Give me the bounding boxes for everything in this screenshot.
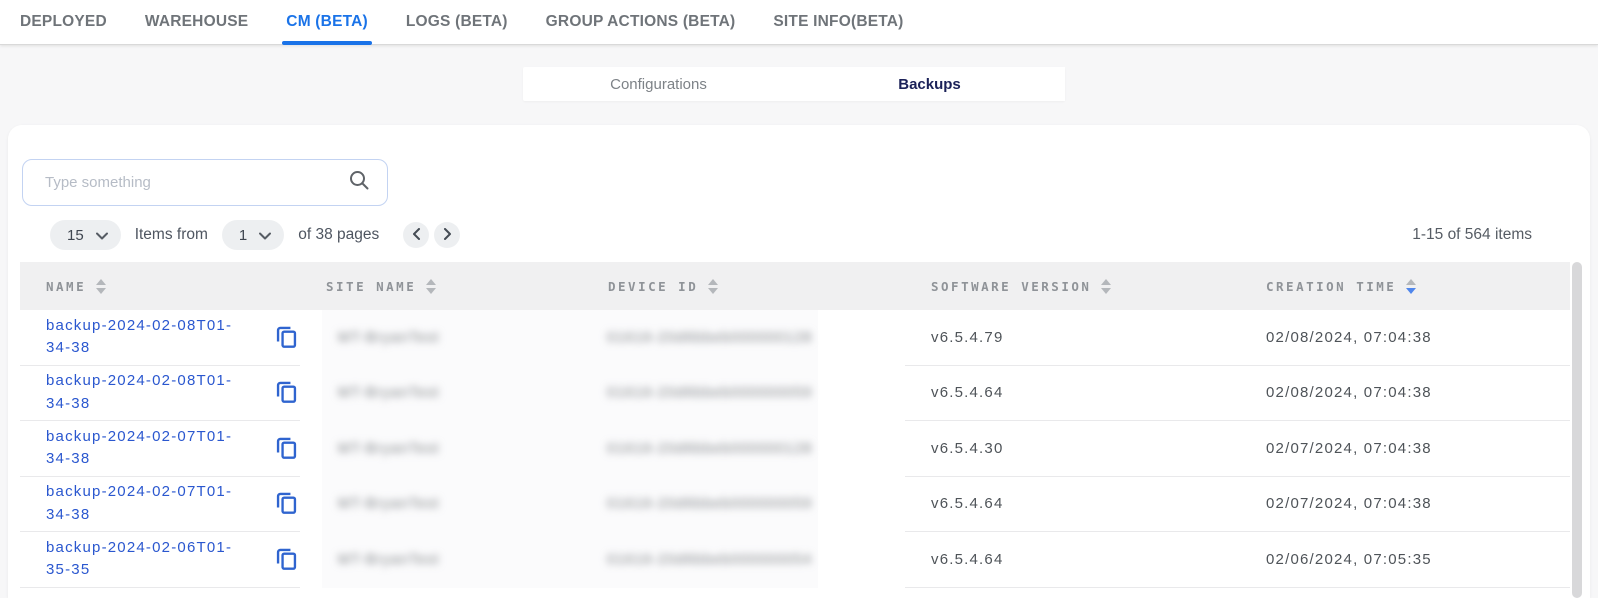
column-label: SITE NAME	[326, 279, 416, 294]
next-page-button[interactable]	[434, 222, 460, 248]
site-name-blurred: MT-BryanTest	[338, 496, 439, 512]
creation-time-cell: 02/06/2024, 07:05:35	[1240, 532, 1570, 588]
copy-icon[interactable]	[273, 435, 300, 462]
software-version-cell: v6.5.4.64	[905, 477, 1240, 533]
copy-icon[interactable]	[273, 324, 300, 351]
segment-backups[interactable]: Backups	[794, 67, 1065, 101]
items-range-label: 1-15 of 564 items	[1412, 220, 1532, 250]
sort-arrows-icon[interactable]	[1406, 279, 1416, 294]
search-icon[interactable]	[347, 168, 371, 197]
chevron-down-icon	[259, 227, 271, 244]
chevron-right-icon	[443, 228, 452, 243]
column-label: DEVICE ID	[608, 279, 698, 294]
search-box[interactable]	[22, 159, 388, 206]
site-name-blurred: MT-BryanTest	[338, 441, 439, 457]
column-header-site-name[interactable]: SITE NAME	[300, 279, 582, 294]
sort-arrows-icon[interactable]	[96, 279, 106, 294]
copy-icon[interactable]	[273, 379, 300, 406]
tab-group-actions-beta-[interactable]: GROUP ACTIONS (BETA)	[546, 0, 736, 45]
top-tab-bar: DEPLOYED WAREHOUSE CM (BETA) LOGS (BETA) GRO…	[0, 0, 1598, 45]
column-header-creation-time[interactable]: CREATION TIME	[1240, 279, 1570, 294]
device-id-blurred: 01616-20d6bbeb000000128	[607, 441, 812, 457]
name-cell: backup-2024-02-07T01-34-38	[20, 421, 300, 477]
column-label: NAME	[46, 279, 86, 294]
redacted-columns-overlay: MT-BryanTest01616-20d6bbeb000000128MT-Br…	[322, 310, 818, 588]
device-id-blurred: 01616-20d6bbeb000000059	[607, 385, 812, 401]
copy-icon[interactable]	[273, 490, 300, 517]
column-header-device-id[interactable]: DEVICE ID	[582, 279, 905, 294]
page-size-value: 15	[67, 227, 84, 244]
redacted-row: MT-BryanTest 01616-20d6bbeb000000128	[322, 310, 818, 366]
device-id-blurred: 01616-20d6bbeb000000059	[607, 496, 812, 512]
table-header: NAME SITE NAME DEVICE ID SOFTWARE VERSION CR…	[20, 262, 1570, 310]
software-version-cell: v6.5.4.30	[905, 421, 1240, 477]
redacted-row: MT-BryanTest 01616-20d6bbeb000000059	[322, 366, 818, 422]
chevron-left-icon	[412, 228, 421, 243]
backups-panel: 15 Items from 1 of 38 pages	[8, 125, 1590, 598]
tab-deployed[interactable]: DEPLOYED	[20, 0, 107, 45]
items-from-label: Items from	[135, 226, 208, 244]
device-id-blurred: 01616-20d6bbeb000000054	[607, 552, 812, 568]
pages-count-label: of 38 pages	[298, 226, 379, 244]
search-input[interactable]	[45, 174, 347, 191]
segment-configurations[interactable]: Configurations	[523, 67, 794, 101]
creation-time-cell: 02/08/2024, 07:04:38	[1240, 366, 1570, 422]
name-cell: backup-2024-02-06T01-35-35	[20, 532, 300, 588]
creation-time-cell: 02/08/2024, 07:04:38	[1240, 310, 1570, 366]
site-name-blurred: MT-BryanTest	[338, 552, 439, 568]
sort-arrows-icon[interactable]	[426, 279, 436, 294]
software-version-cell: v6.5.4.64	[905, 366, 1240, 422]
copy-icon[interactable]	[273, 546, 300, 573]
column-header-software-version[interactable]: SOFTWARE VERSION	[905, 279, 1240, 294]
backup-name-link[interactable]: backup-2024-02-08T01-34-38	[46, 315, 257, 360]
software-version-cell: v6.5.4.64	[905, 532, 1240, 588]
tab-cm-beta-[interactable]: CM (BETA)	[286, 0, 368, 45]
creation-time-cell: 02/07/2024, 07:04:38	[1240, 477, 1570, 533]
name-cell: backup-2024-02-08T01-34-38	[20, 366, 300, 422]
pagination-controls: 15 Items from 1 of 38 pages	[50, 220, 460, 250]
tab-site-info-beta-[interactable]: SITE INFO(BETA)	[773, 0, 903, 45]
page-value: 1	[239, 227, 247, 244]
name-cell: backup-2024-02-08T01-34-38	[20, 310, 300, 366]
backup-name-link[interactable]: backup-2024-02-07T01-34-38	[46, 481, 257, 526]
sort-arrows-icon[interactable]	[1101, 279, 1111, 294]
sort-arrows-icon[interactable]	[708, 279, 718, 294]
device-id-blurred: 01616-20d6bbeb000000128	[607, 330, 812, 346]
prev-page-button[interactable]	[403, 222, 429, 248]
column-label: SOFTWARE VERSION	[931, 279, 1091, 294]
site-name-blurred: MT-BryanTest	[338, 385, 439, 401]
column-header-name[interactable]: NAME	[20, 279, 300, 294]
name-cell: backup-2024-02-07T01-34-38	[20, 477, 300, 533]
redacted-row: MT-BryanTest 01616-20d6bbeb000000059	[322, 477, 818, 533]
redacted-row: MT-BryanTest 01616-20d6bbeb000000054	[322, 532, 818, 588]
site-name-blurred: MT-BryanTest	[338, 330, 439, 346]
configurations-backups-toggle: ConfigurationsBackups	[523, 67, 1065, 101]
creation-time-cell: 02/07/2024, 07:04:38	[1240, 421, 1570, 477]
page-select[interactable]: 1	[222, 220, 284, 250]
tab-logs-beta-[interactable]: LOGS (BETA)	[406, 0, 508, 45]
backup-name-link[interactable]: backup-2024-02-06T01-35-35	[46, 537, 257, 582]
redacted-row: MT-BryanTest 01616-20d6bbeb000000128	[322, 421, 818, 477]
backup-name-link[interactable]: backup-2024-02-07T01-34-38	[46, 426, 257, 471]
tab-warehouse[interactable]: WAREHOUSE	[145, 0, 248, 45]
software-version-cell: v6.5.4.79	[905, 310, 1240, 366]
page-size-select[interactable]: 15	[50, 220, 121, 250]
backup-name-link[interactable]: backup-2024-02-08T01-34-38	[46, 370, 257, 415]
vertical-scrollbar[interactable]	[1572, 262, 1582, 598]
chevron-down-icon	[96, 227, 108, 244]
column-label: CREATION TIME	[1266, 279, 1396, 294]
